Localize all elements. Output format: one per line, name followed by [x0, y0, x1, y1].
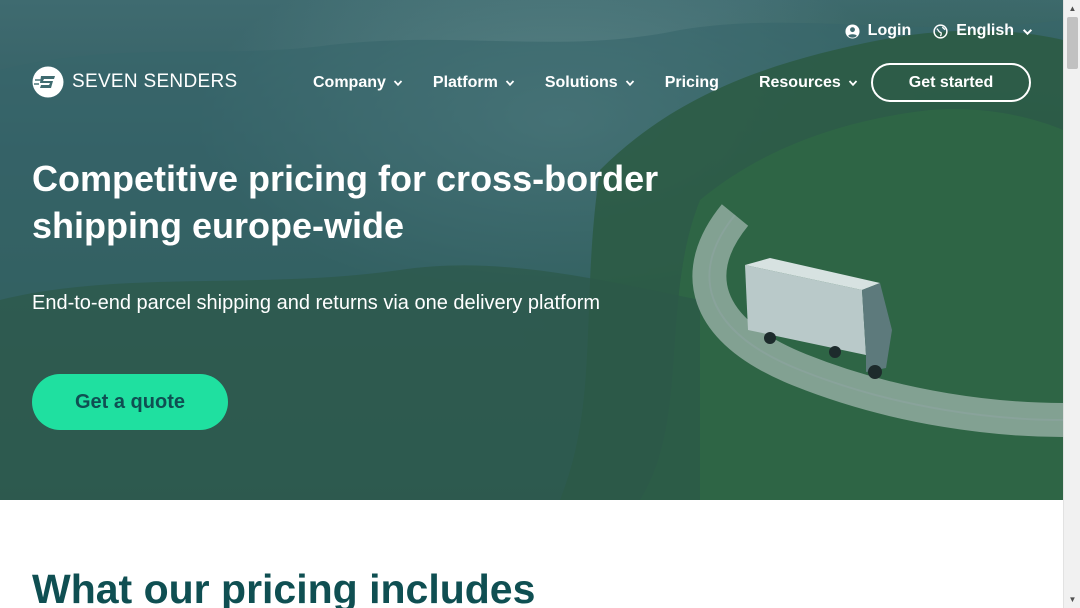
chevron-down-icon	[625, 80, 634, 87]
main-nav: Company Platform Solutions Pricing Resou…	[313, 72, 858, 94]
scroll-up-arrow-icon[interactable]: ▲	[1064, 0, 1080, 17]
nav-item-resources[interactable]: Resources	[759, 72, 858, 94]
get-quote-button[interactable]: Get a quote	[32, 374, 228, 430]
chevron-down-icon	[505, 80, 514, 87]
user-circle-icon	[845, 23, 860, 39]
nav-item-label: Company	[313, 74, 386, 91]
hero-headline-line1: Competitive pricing for cross-border	[32, 158, 659, 199]
nav-item-solutions[interactable]: Solutions	[545, 72, 635, 94]
globe-icon	[933, 23, 948, 39]
seven-senders-logo-icon	[32, 66, 64, 98]
chevron-down-icon	[393, 80, 403, 87]
chevron-down-icon	[848, 80, 857, 87]
hero-subline: End-to-end parcel shipping and returns v…	[32, 292, 601, 314]
brand-logo[interactable]: SEVEN SENDERS	[32, 66, 237, 98]
chevron-down-icon	[1022, 28, 1033, 35]
hero-section: Login English SEVEN SENDERS Company Plat…	[0, 0, 1063, 500]
nav-item-label: Platform	[432, 74, 498, 91]
get-started-button[interactable]: Get started	[871, 63, 1031, 102]
login-label: Login	[867, 22, 912, 39]
section-title: What our pricing includes	[32, 566, 536, 608]
hero-headline: Competitive pricing for cross-border shi…	[32, 155, 672, 249]
nav-item-label: Pricing	[664, 74, 719, 91]
login-link[interactable]: Login	[845, 22, 912, 40]
language-selector[interactable]: English	[933, 22, 1033, 40]
nav-item-company[interactable]: Company	[313, 72, 403, 94]
nav-item-platform[interactable]: Platform	[433, 72, 515, 94]
nav-item-pricing[interactable]: Pricing	[665, 72, 719, 94]
scroll-down-arrow-icon[interactable]: ▼	[1064, 591, 1080, 608]
language-label: English	[956, 22, 1014, 39]
logo-text: SEVEN SENDERS	[72, 71, 238, 92]
nav-item-label: Solutions	[544, 74, 618, 91]
scroll-thumb[interactable]	[1067, 17, 1078, 69]
hero-headline-line2: shipping europe-wide	[32, 205, 405, 246]
vertical-scrollbar[interactable]: ▲ ▼	[1063, 0, 1080, 608]
nav-item-label: Resources	[758, 74, 841, 91]
